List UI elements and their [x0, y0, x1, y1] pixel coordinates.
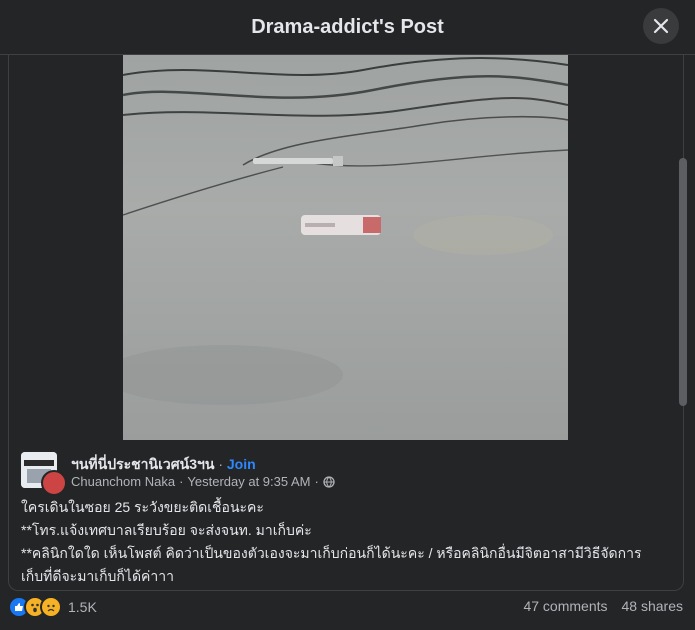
- post-scroll-area[interactable]: ฯนที่นี่ประชานิเวศน์3ฯน · Join Chuanchom…: [0, 55, 695, 630]
- post-text-line: เก็บที่ดีจะมาเก็บก็ได้ค่าาา: [21, 568, 174, 584]
- post-photo-container[interactable]: [9, 55, 683, 440]
- post-timestamp-link[interactable]: Yesterday at 9:35 AM: [187, 474, 310, 489]
- author-avatar[interactable]: [41, 470, 67, 496]
- join-group-button[interactable]: Join: [227, 456, 256, 472]
- post-text-line: **โทร.แจ้งเทศบาลเรียบร้อย จะส่งจนท. มาเก…: [21, 522, 312, 538]
- close-button[interactable]: [643, 8, 679, 44]
- comments-count-link[interactable]: 47 comments: [523, 598, 607, 614]
- shares-count-link[interactable]: 48 shares: [622, 598, 683, 614]
- post-stats: 47 comments 48 shares: [523, 598, 683, 614]
- author-name-link[interactable]: Chuanchom Naka: [71, 474, 175, 489]
- shared-post-card[interactable]: ฯนที่นี่ประชานิเวศน์3ฯน · Join Chuanchom…: [8, 55, 684, 591]
- post-body-text: ใครเดินในซอย 25 ระวังขยะติดเชื้อนะคะ **โ…: [21, 496, 671, 588]
- post-text-line: **คลินิกใดใด เห็นโพสต์ คิดว่าเป็นของตัวเ…: [21, 545, 642, 561]
- post-footer: 1.5K 47 comments 48 shares: [0, 593, 695, 619]
- dialog-title: Drama-addict's Post: [251, 15, 444, 38]
- group-line: ฯนที่นี่ประชานิเวศน์3ฯน · Join: [71, 456, 256, 472]
- post-photo[interactable]: [123, 55, 568, 440]
- post-meta: Chuanchom Naka · Yesterday at 9:35 AM ·: [71, 474, 335, 489]
- globe-icon: [323, 475, 335, 488]
- post-dialog-header: Drama-addict's Post: [0, 0, 695, 55]
- reactions-summary[interactable]: 1.5K: [8, 596, 97, 618]
- vial-image: [301, 215, 381, 235]
- scrollbar-thumb[interactable]: [679, 158, 687, 406]
- reaction-count[interactable]: 1.5K: [68, 599, 97, 615]
- sad-reaction-icon: [40, 596, 62, 618]
- group-name-link[interactable]: ฯนที่นี่ประชานิเวศน์3ฯน: [71, 456, 214, 472]
- close-icon: [653, 18, 669, 34]
- post-text-line: ใครเดินในซอย 25 ระวังขยะติดเชื้อนะคะ: [21, 499, 264, 515]
